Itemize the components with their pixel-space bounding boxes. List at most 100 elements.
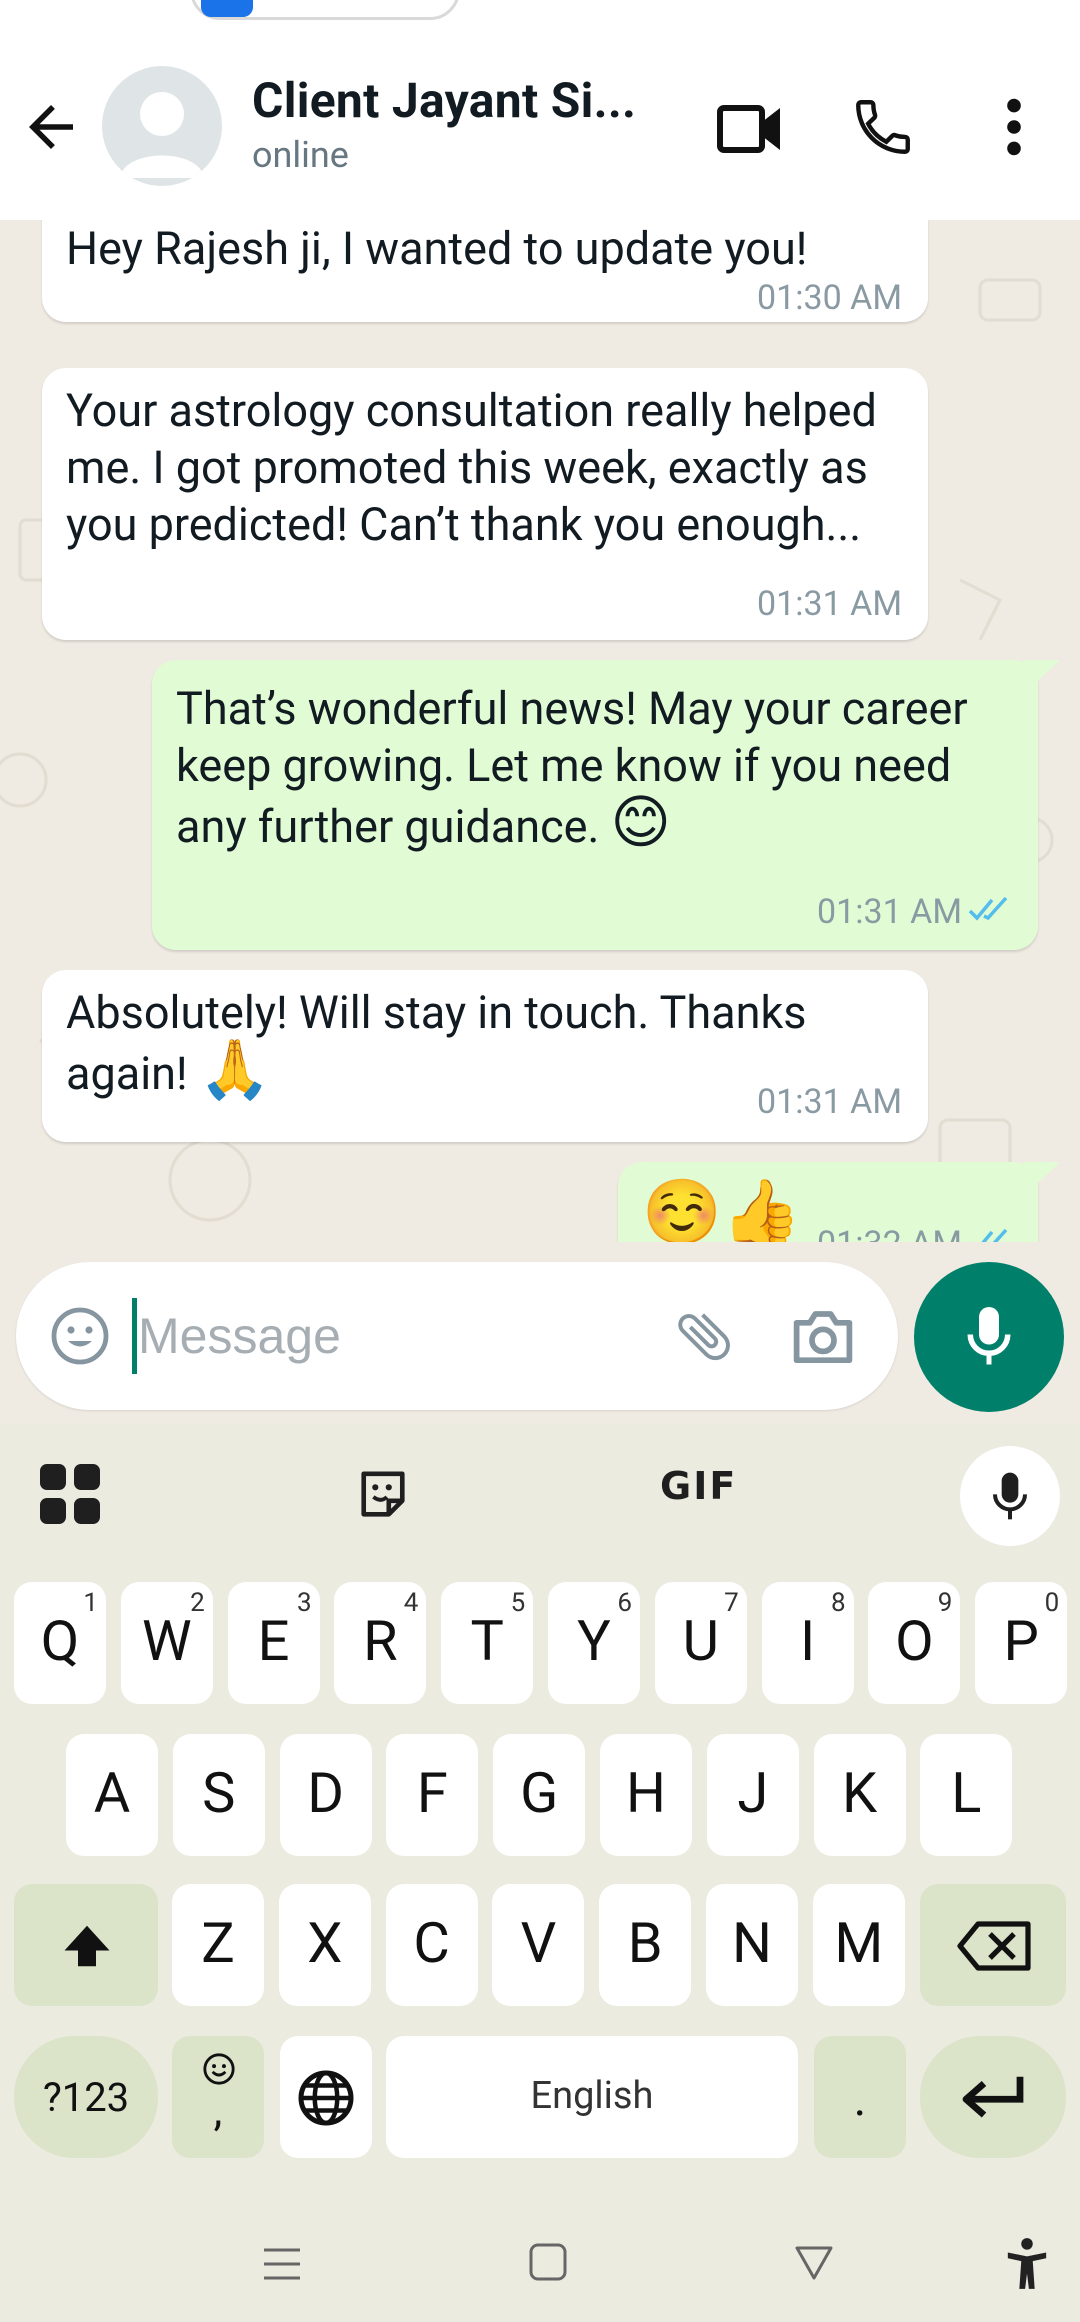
key-label: K	[842, 1760, 878, 1826]
video-call-icon[interactable]	[716, 96, 784, 162]
back-arrow-icon[interactable]	[18, 94, 84, 160]
key-x[interactable]: X	[278, 1884, 371, 2006]
key-hint: 5	[510, 1588, 526, 1618]
key-t[interactable]: T5	[441, 1582, 534, 1704]
key-n[interactable]: N	[706, 1884, 798, 2006]
comma-emoji-key[interactable]: ,	[172, 2036, 264, 2158]
key-f[interactable]: F	[386, 1734, 479, 1856]
key-label: C	[413, 1910, 450, 1976]
key-label: F	[416, 1760, 448, 1826]
accessibility-icon[interactable]	[1004, 2236, 1050, 2292]
smiling-face-emoji: 😊	[610, 788, 672, 856]
key-hint: 7	[724, 1588, 739, 1618]
message-bubble-outgoing[interactable]: ☺️👍 01:32 AM	[618, 1162, 1060, 1242]
key-hint: 8	[830, 1588, 846, 1618]
contact-avatar[interactable]	[102, 66, 222, 186]
key-v[interactable]: V	[492, 1884, 585, 2006]
key-u[interactable]: U7	[654, 1582, 747, 1704]
key-b[interactable]: B	[599, 1884, 692, 2006]
key-label: L	[951, 1760, 982, 1826]
message-time: 01:32 AM	[817, 1224, 962, 1242]
attachment-paperclip-icon[interactable]	[672, 1304, 736, 1368]
chat-area[interactable]: Hey Rajesh ji, I wanted to update you! 0…	[0, 220, 1080, 1242]
contact-name[interactable]: Client Jayant Si...	[252, 72, 636, 129]
camera-icon[interactable]	[790, 1304, 856, 1368]
shift-key[interactable]	[14, 1884, 158, 2006]
emoji-message: ☺️👍	[642, 1176, 802, 1242]
phone-call-icon[interactable]	[850, 92, 916, 162]
key-r[interactable]: R4	[334, 1582, 427, 1704]
message-time: 01:30 AM	[757, 278, 902, 318]
keyboard-voice-input-button[interactable]	[960, 1446, 1060, 1546]
message-time: 01:31 AM	[817, 892, 962, 932]
back-triangle-icon[interactable]	[794, 2244, 834, 2282]
contact-status: online	[252, 134, 349, 176]
language-switch-key[interactable]	[280, 2036, 372, 2158]
sticker-icon[interactable]	[356, 1468, 410, 1522]
key-z[interactable]: Z	[172, 1884, 264, 2006]
key-label: A	[93, 1760, 131, 1826]
emoji-face-icon	[203, 2053, 235, 2085]
key-m[interactable]: M	[812, 1884, 905, 2006]
message-time: 01:31 AM	[757, 1082, 902, 1122]
status-pill-indicator	[201, 0, 253, 17]
read-receipt-icon	[968, 896, 1008, 921]
key-j[interactable]: J	[706, 1734, 799, 1856]
key-y[interactable]: Y6	[548, 1582, 640, 1704]
key-k[interactable]: K	[813, 1734, 906, 1856]
soft-keyboard: GIF Q1W2E3R4T5Y6U7I8O9P0 A S D F G H J K L Z X C V B…	[0, 1424, 1080, 2206]
key-g[interactable]: G	[493, 1734, 586, 1856]
message-composer	[16, 1262, 898, 1410]
period-key[interactable]: .	[814, 2036, 906, 2158]
message-bubble-incoming[interactable]: Hey Rajesh ji, I wanted to update you! 0…	[42, 220, 928, 322]
key-c[interactable]: C	[385, 1884, 478, 2006]
key-p[interactable]: P0	[975, 1582, 1068, 1704]
key-i[interactable]: I8	[761, 1582, 854, 1704]
key-label: V	[520, 1910, 557, 1976]
backspace-key[interactable]	[920, 1884, 1066, 2006]
key-o[interactable]: O9	[868, 1582, 961, 1704]
more-options-icon[interactable]	[996, 92, 1032, 162]
space-key[interactable]: English	[386, 2036, 798, 2158]
key-hint: 2	[190, 1588, 205, 1618]
bubble-tail	[1024, 1162, 1060, 1196]
key-w[interactable]: W2	[120, 1582, 213, 1704]
key-label: M	[834, 1910, 884, 1976]
key-h[interactable]: H	[600, 1734, 692, 1856]
key-hint: 4	[403, 1588, 419, 1618]
key-hint: 1	[83, 1588, 98, 1618]
message-input[interactable]	[138, 1292, 658, 1380]
message-bubble-outgoing[interactable]: That’s wonderful news! May your career k…	[152, 660, 1060, 950]
voice-message-button[interactable]	[914, 1262, 1064, 1412]
key-d[interactable]: D	[279, 1734, 372, 1856]
status-pill	[190, 0, 460, 20]
enter-key[interactable]	[920, 2036, 1066, 2158]
key-hint: 6	[617, 1588, 632, 1618]
key-label: Z	[201, 1910, 235, 1976]
key-l[interactable]: L	[920, 1734, 1013, 1856]
message-bubble-incoming[interactable]: Absolutely! Will stay in touch. Thanks a…	[42, 970, 928, 1142]
message-bubble-incoming[interactable]: Your astrology consultation really helpe…	[42, 368, 928, 640]
text-caret	[132, 1298, 137, 1374]
comma-label: ,	[213, 2084, 223, 2136]
key-label: B	[627, 1910, 663, 1976]
enter-arrow-icon	[962, 2076, 1024, 2118]
key-q[interactable]: Q1	[14, 1582, 106, 1704]
symbols-key[interactable]: ?123	[14, 2036, 158, 2158]
shift-arrow-icon	[64, 1925, 110, 1967]
key-hint: 0	[1044, 1588, 1060, 1618]
key-s[interactable]: S	[172, 1734, 265, 1856]
chat-header: Client Jayant Si... online	[0, 22, 1080, 220]
recent-apps-icon[interactable]	[262, 2246, 302, 2282]
message-text: Hey Rajesh ji, I wanted to update you!	[66, 222, 808, 275]
keyboard-apps-grid-icon[interactable]	[40, 1464, 100, 1524]
gif-button[interactable]: GIF	[660, 1464, 737, 1508]
home-icon[interactable]	[528, 2242, 568, 2282]
key-e[interactable]: E3	[227, 1582, 320, 1704]
key-label: H	[626, 1760, 666, 1826]
bubble-tail	[1024, 660, 1060, 694]
emoji-picker-icon[interactable]	[50, 1306, 110, 1366]
read-receipt-icon	[971, 1228, 1008, 1242]
key-a[interactable]: A	[66, 1734, 158, 1856]
space-key-label: English	[530, 2074, 654, 2118]
